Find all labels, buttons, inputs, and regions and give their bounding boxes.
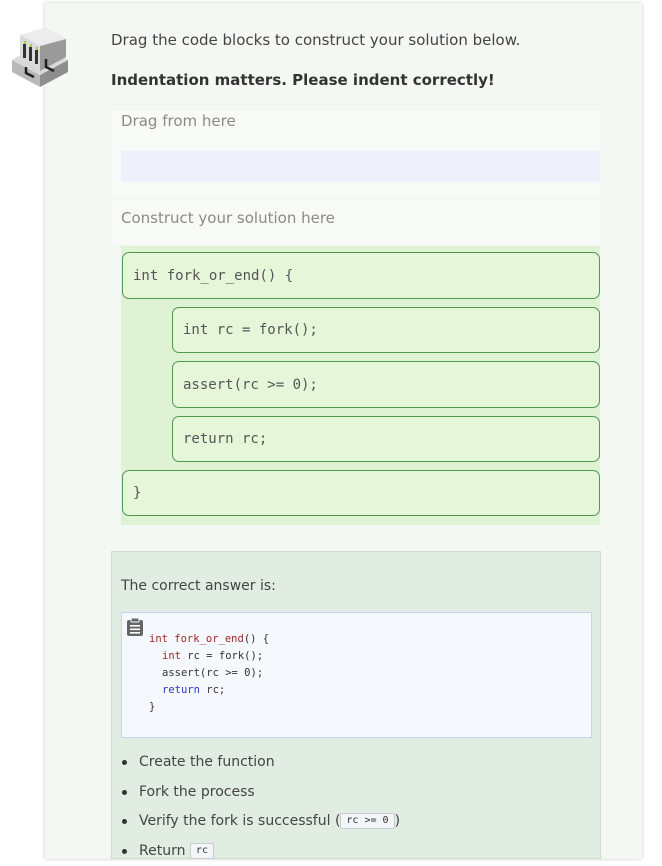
code-line: int fork_or_end() { [149,633,269,645]
code-keyword: int [162,650,181,662]
code-line: } [149,701,155,713]
explanation-text: Fork the process [139,784,255,800]
answer-label: The correct answer is: [121,578,276,594]
clipboard-icon[interactable] [126,617,144,637]
solution-area-header: Construct your solution here [111,200,601,244]
drag-source-area: Drag from here [111,110,601,196]
indentation-warning: Indentation matters. Please indent corre… [111,71,495,89]
code-line: assert(rc >= 0); [162,667,263,679]
explanation-text: Create the function [139,754,275,770]
inline-code: rc >= 0 [340,813,394,829]
explanation-item: Return rc [139,837,400,866]
solution-area-label: Construct your solution here [121,209,335,227]
code-text: } [149,701,155,713]
code-block[interactable]: int rc = fork(); [172,307,600,353]
code-text: rc; [200,684,225,696]
explanation-text: ) [395,813,400,829]
instruction-text: Drag the code blocks to construct your s… [111,31,520,49]
code-line: return rc; [162,684,225,696]
explanation-list: Create the function Fork the process Ver… [112,748,400,866]
code-text: () { [244,633,269,645]
code-block[interactable]: assert(rc >= 0); [172,361,600,408]
server-rack-logo-icon [6,27,70,89]
answer-feedback-box: The correct answer is: int fork_or_end()… [111,551,601,859]
explanation-item: Verify the fork is successful (rc >= 0) [139,807,400,837]
code-line: int rc = fork(); [162,650,263,662]
drag-source-label: Drag from here [121,112,236,130]
explanation-item: Fork the process [139,778,400,808]
explanation-item: Create the function [139,748,400,778]
explanation-text: Verify the fork is successful ( [139,813,340,829]
code-text: rc = fork(); [181,650,263,662]
inline-code: rc [190,843,214,859]
code-text: assert(rc >= 0); [162,667,263,679]
code-keyword: return [162,684,200,696]
code-block[interactable]: return rc; [172,416,600,462]
code-block[interactable]: } [122,470,600,516]
drag-source-dropzone[interactable] [121,151,600,182]
code-keyword: int fork_or_end [149,633,244,645]
explanation-text: Return [139,843,190,859]
answer-code-block: int fork_or_end() { int rc = fork(); ass… [121,612,592,738]
code-block[interactable]: int fork_or_end() { [122,252,600,299]
